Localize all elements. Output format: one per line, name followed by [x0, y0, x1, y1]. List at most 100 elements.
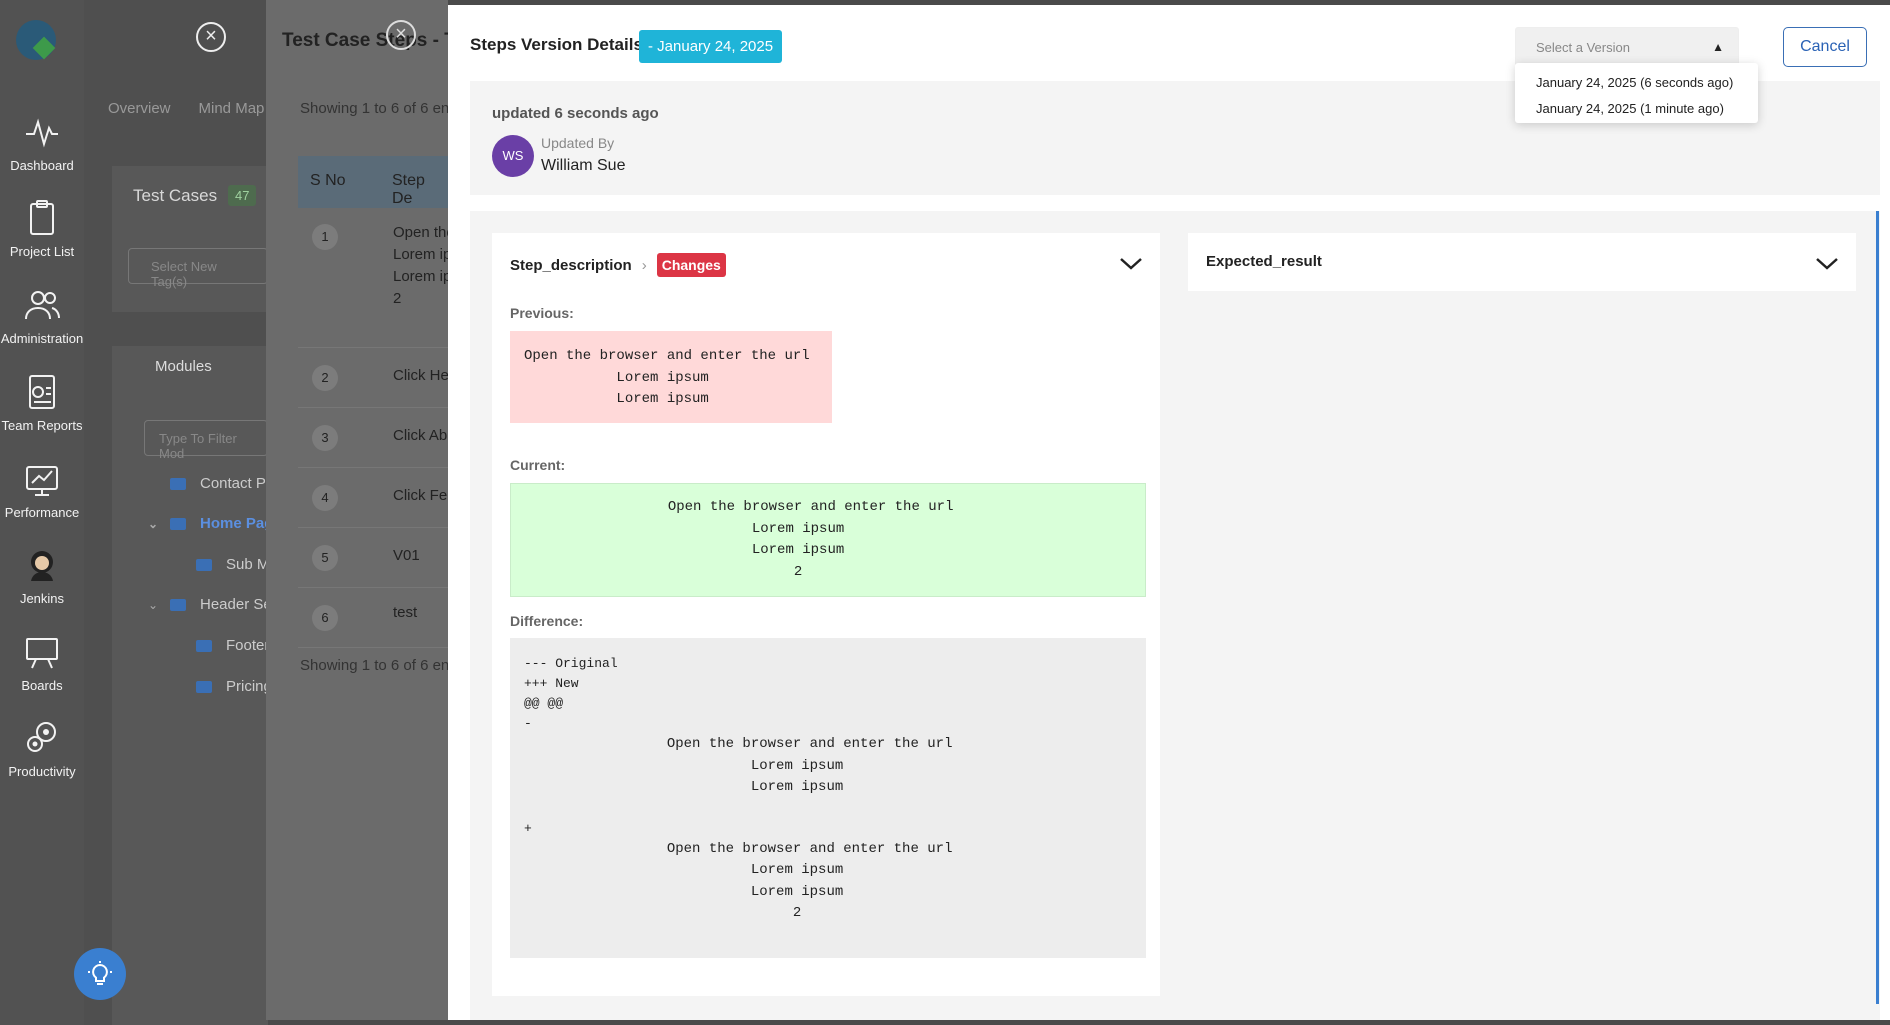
version-select-placeholder: Select a Version: [1536, 40, 1630, 55]
report-icon: [22, 372, 62, 412]
modal-title: Steps Version Details: [470, 35, 643, 54]
table-row[interactable]: 5 V01: [298, 528, 448, 588]
steps-version-modal: Steps Version Details - January 24, 2025…: [448, 5, 1890, 1020]
sidebar-item-label: Project List: [9, 244, 75, 259]
sidebar-item-team-reports[interactable]: Team Reports: [0, 372, 84, 433]
sidebar-item-label: Boards: [21, 678, 63, 693]
updated-by-name: William Sue: [541, 157, 626, 174]
tab-overview[interactable]: Overview: [108, 100, 171, 117]
folder-icon: [170, 517, 186, 530]
table-row[interactable]: 1 Open theLorem ipLorem ip2: [298, 208, 448, 348]
sidebar-item-boards[interactable]: Boards: [0, 632, 84, 693]
sidebar-item-label: Jenkins: [19, 591, 65, 606]
tree-item[interactable]: Contact Pa: [170, 475, 274, 492]
tag-select[interactable]: Select New Tag(s): [128, 248, 268, 289]
lightbulb-icon: [88, 961, 112, 985]
current-label: Current:: [510, 457, 566, 473]
lightbulb-button[interactable]: [74, 948, 126, 1000]
avatar: WS: [492, 135, 534, 177]
current-value: Open the browser and enter the url Lorem…: [510, 483, 1146, 597]
row-text: Click He: [393, 367, 448, 384]
table-row[interactable]: 2 Click He: [298, 348, 448, 408]
changes-badge: Changes: [656, 253, 726, 277]
background-tabs: Overview Mind Map: [108, 100, 292, 117]
previous-label: Previous:: [510, 305, 574, 321]
steps-panel-title: Test Case Steps - T: [282, 30, 456, 51]
card-header: Expected_result: [1206, 253, 1322, 270]
app-logo[interactable]: [16, 20, 56, 60]
expected-result-card[interactable]: Expected_result: [1188, 233, 1856, 291]
folder-icon: [196, 639, 212, 652]
board-icon: [22, 632, 62, 672]
row-number: 1: [312, 224, 338, 250]
tree-item[interactable]: Sub M: [196, 556, 269, 573]
chevron-up-icon[interactable]: ▲: [1712, 40, 1724, 54]
updated-time: updated 6 seconds ago: [492, 105, 659, 122]
row-number: 2: [312, 365, 338, 391]
chevron-down-icon[interactable]: ⌄: [148, 598, 170, 612]
field-name: Step_description: [510, 256, 632, 274]
row-text: Click Ab: [393, 427, 448, 444]
previous-value: Open the browser and enter the url Lorem…: [510, 331, 832, 423]
updated-by-label: Updated By: [541, 135, 615, 151]
steps-table-header: S No Step De: [298, 156, 448, 208]
sidebar-item-label: Dashboard: [10, 158, 74, 173]
folder-icon: [196, 680, 212, 693]
table-row[interactable]: 3 Click Ab: [298, 408, 448, 468]
version-date-badge: - January 24, 2025: [639, 30, 783, 63]
version-select[interactable]: Select a Version ▲: [1515, 27, 1739, 67]
folder-icon: [196, 558, 212, 571]
diff-removed: Open the browser and enter the url Lorem…: [666, 736, 953, 795]
modules-title: Modules: [155, 358, 212, 375]
version-option[interactable]: January 24, 2025 (6 seconds ago): [1536, 73, 1737, 99]
row-text: Open theLorem ipLorem ip2: [393, 224, 448, 307]
close-icon[interactable]: ×: [196, 22, 226, 52]
sidebar-item-performance[interactable]: Performance: [0, 459, 84, 520]
entries-info: Showing 1 to 6 of 6 ent: [300, 100, 454, 117]
productivity-icon: [22, 718, 62, 758]
row-text: Click Fe: [393, 487, 448, 504]
scrollbar[interactable]: [1876, 211, 1879, 1004]
sidebar-item-label: Team Reports: [1, 418, 83, 433]
table-row[interactable]: 6 test: [298, 588, 448, 648]
folder-icon: [170, 477, 186, 490]
cancel-button[interactable]: Cancel: [1783, 27, 1867, 67]
row-number: 4: [312, 485, 338, 511]
tree-item[interactable]: ⌄ Home Pag: [148, 515, 273, 532]
sidebar-item-project-list[interactable]: Project List: [0, 198, 84, 259]
test-cases-count-badge: 47: [228, 185, 257, 206]
test-cases-title: Test Cases: [133, 186, 218, 205]
sidebar-item-dashboard[interactable]: Dashboard: [0, 112, 84, 173]
card-header: Step_description › Changes: [510, 253, 726, 277]
tree-item[interactable]: Footer: [196, 637, 269, 654]
chevron-right-icon: ›: [641, 256, 647, 274]
module-filter-input[interactable]: Type To Filter Mod: [144, 420, 268, 461]
chevron-down-icon[interactable]: [1814, 251, 1840, 275]
pulse-icon: [22, 112, 62, 152]
tree-item[interactable]: ⌄ Header Se: [148, 596, 272, 613]
clipboard-icon: [22, 198, 62, 238]
tree-item[interactable]: Pricing: [196, 678, 272, 695]
difference-value: --- Original +++ New @@ @@ - Open the br…: [510, 638, 1146, 958]
version-option[interactable]: January 24, 2025 (1 minute ago): [1536, 99, 1737, 125]
sidebar-item-administration[interactable]: Administration: [0, 285, 84, 346]
tab-mind-map[interactable]: Mind Map: [199, 100, 265, 117]
table-row[interactable]: 4 Click Fe: [298, 468, 448, 528]
sidebar-item-label: Administration: [0, 331, 84, 346]
performance-icon: [22, 459, 62, 499]
row-number: 6: [312, 605, 338, 631]
version-dropdown: January 24, 2025 (6 seconds ago) January…: [1515, 63, 1758, 123]
entries-info: Showing 1 to 6 of 6 ent: [300, 657, 454, 674]
chevron-down-icon[interactable]: [1118, 251, 1144, 275]
diff-added: Open the browser and enter the url Lorem…: [666, 840, 953, 922]
row-text: test: [393, 604, 418, 621]
field-name: Expected_result: [1206, 253, 1322, 270]
sidebar-item-label: Performance: [4, 505, 80, 520]
step-description-card: Step_description › Changes Previous: Ope…: [492, 233, 1160, 996]
close-icon[interactable]: ×: [386, 20, 416, 50]
diff-header: --- Original +++ New @@ @@ -: [524, 656, 618, 731]
diff-plus: +: [524, 820, 532, 836]
sidebar-item-jenkins[interactable]: Jenkins: [0, 545, 84, 606]
sidebar-item-productivity[interactable]: Productivity: [0, 718, 84, 779]
chevron-down-icon[interactable]: ⌄: [148, 517, 170, 531]
